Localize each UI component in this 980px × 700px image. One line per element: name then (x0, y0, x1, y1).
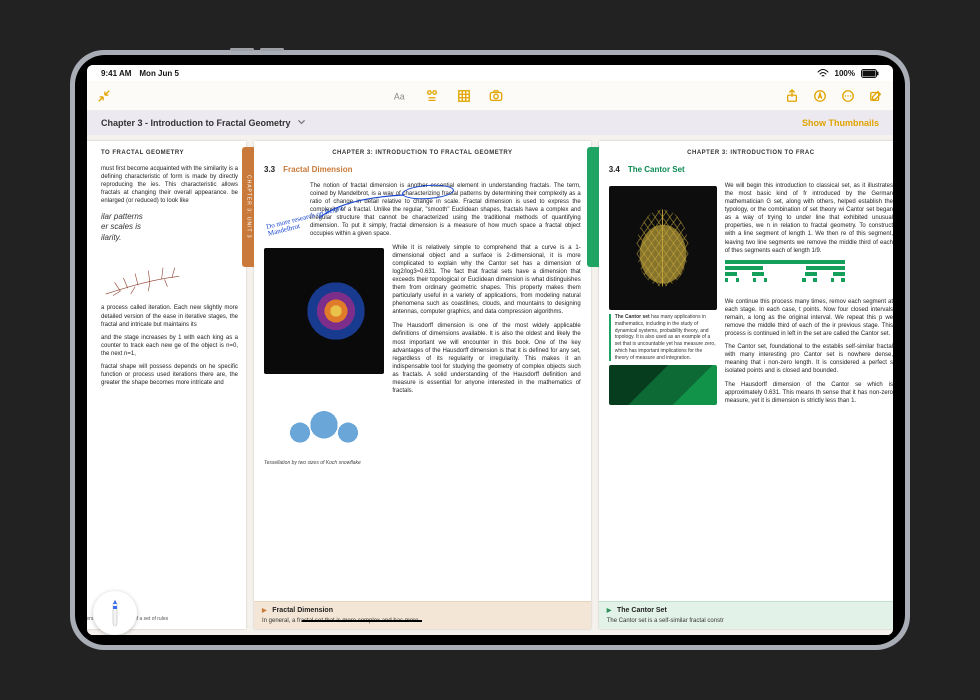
chevron-down-icon[interactable] (297, 118, 306, 129)
fractal-image (264, 248, 384, 374)
sidenote-title: The Cantor set (615, 314, 650, 320)
body-text: and the stage increases by 1 with each k… (101, 334, 238, 358)
body-text: must first become acquainted with the si… (101, 165, 238, 205)
pages-scroll[interactable]: CHAPTER 3: UNIT 2 TO FRACTAL GEOMETRY mu… (87, 135, 893, 635)
screen: 9:41 AM Mon Jun 5 100% Aa (87, 65, 893, 635)
leaf-closeup-image (609, 365, 717, 405)
status-bar: 9:41 AM Mon Jun 5 100% (87, 65, 893, 81)
table-icon[interactable] (457, 89, 471, 103)
pull-quote: ilar patterns er scales is ilarity. (101, 212, 238, 244)
section-title: The Cantor Set (628, 165, 685, 176)
app-toolbar: Aa (87, 81, 893, 111)
body-text: We continue this process many times, rem… (725, 298, 893, 338)
play-icon: ▶ (607, 608, 612, 614)
sidenote-body: has many applications in mathematics, in… (615, 314, 716, 361)
page-tab (587, 147, 599, 267)
ipad-frame: 9:41 AM Mon Jun 5 100% Aa (70, 50, 910, 650)
footer-title: Fractal Dimension (272, 607, 333, 614)
running-head: CHAPTER 3: INTRODUCTION TO FRAC (609, 149, 893, 157)
body-text: fractal shape will possess depends on he… (101, 363, 238, 387)
chapter-title[interactable]: Chapter 3 - Introduction to Fractal Geom… (101, 118, 291, 128)
battery-percent: 100% (835, 69, 855, 78)
ipad-bezel: 9:41 AM Mon Jun 5 100% Aa (75, 55, 905, 645)
show-thumbnails-button[interactable]: Show Thumbnails (802, 118, 879, 128)
status-time: 9:41 AM (101, 69, 131, 78)
section-number: 3.4 (609, 165, 620, 176)
play-icon: ▶ (262, 608, 267, 614)
collapse-icon[interactable] (97, 89, 111, 103)
share-icon[interactable] (785, 89, 799, 103)
compose-icon[interactable] (869, 89, 883, 103)
body-text: We will begin this introduction to class… (725, 182, 893, 255)
tessellation-image (264, 378, 384, 456)
page-left[interactable]: CHAPTER 3: UNIT 2 TO FRACTAL GEOMETRY mu… (87, 141, 246, 629)
footer-line: The Cantor set is a self-similar fractal… (607, 617, 893, 625)
markup-icon[interactable] (813, 89, 827, 103)
text-style-icon[interactable]: Aa (393, 89, 407, 103)
more-icon[interactable] (841, 89, 855, 103)
body-text: While it is relatively simple to compreh… (392, 244, 580, 317)
section-title: Fractal Dimension (283, 165, 352, 176)
wifi-icon (817, 69, 829, 78)
running-head: CHAPTER 3: INTRODUCTION TO FRACTAL GEOME… (264, 149, 581, 157)
body-text: a process called iteration. Each new sli… (101, 304, 238, 328)
footer-title: The Cantor Set (617, 607, 667, 614)
twig-illustration (91, 250, 238, 305)
sidebar-note: The Cantor set has many applications in … (609, 314, 717, 361)
leaf-image (609, 186, 717, 310)
image-caption: Tessellation by two sizes of Koch snowfl… (264, 460, 384, 467)
page-center[interactable]: CHAPTER 3: UNIT 3 CHAPTER 3: INTRODUCTIO… (254, 141, 591, 629)
apple-pencil-button[interactable] (93, 591, 137, 635)
page-right[interactable]: CHAPTER 3: INTRODUCTION TO FRAC 3.4 The … (599, 141, 893, 629)
page-tab: CHAPTER 3: UNIT 3 (242, 147, 254, 267)
running-head: TO FRACTAL GEOMETRY (101, 149, 238, 157)
section-number: 3.3 (264, 165, 275, 176)
ink-strikethrough (302, 616, 422, 622)
body-text: The Cantor set, foundational to the esta… (725, 343, 893, 375)
cantor-diagram (725, 260, 845, 294)
chapter-bar: Chapter 3 - Introduction to Fractal Geom… (87, 111, 893, 135)
section-footer: ▶ The Cantor Set The Cantor set is a sel… (599, 601, 893, 629)
section-footer: ▶ Fractal Dimension In general, a fracta… (254, 601, 591, 629)
status-date: Mon Jun 5 (139, 69, 179, 78)
highlighter-icon[interactable] (425, 89, 439, 103)
body-text: The Hausdorff dimension of the Cantor se… (725, 381, 893, 405)
svg-text:Aa: Aa (394, 91, 405, 101)
body-text: The Hausdorff dimension is one of the mo… (392, 322, 580, 395)
battery-icon (861, 69, 879, 78)
camera-icon[interactable] (489, 89, 503, 103)
